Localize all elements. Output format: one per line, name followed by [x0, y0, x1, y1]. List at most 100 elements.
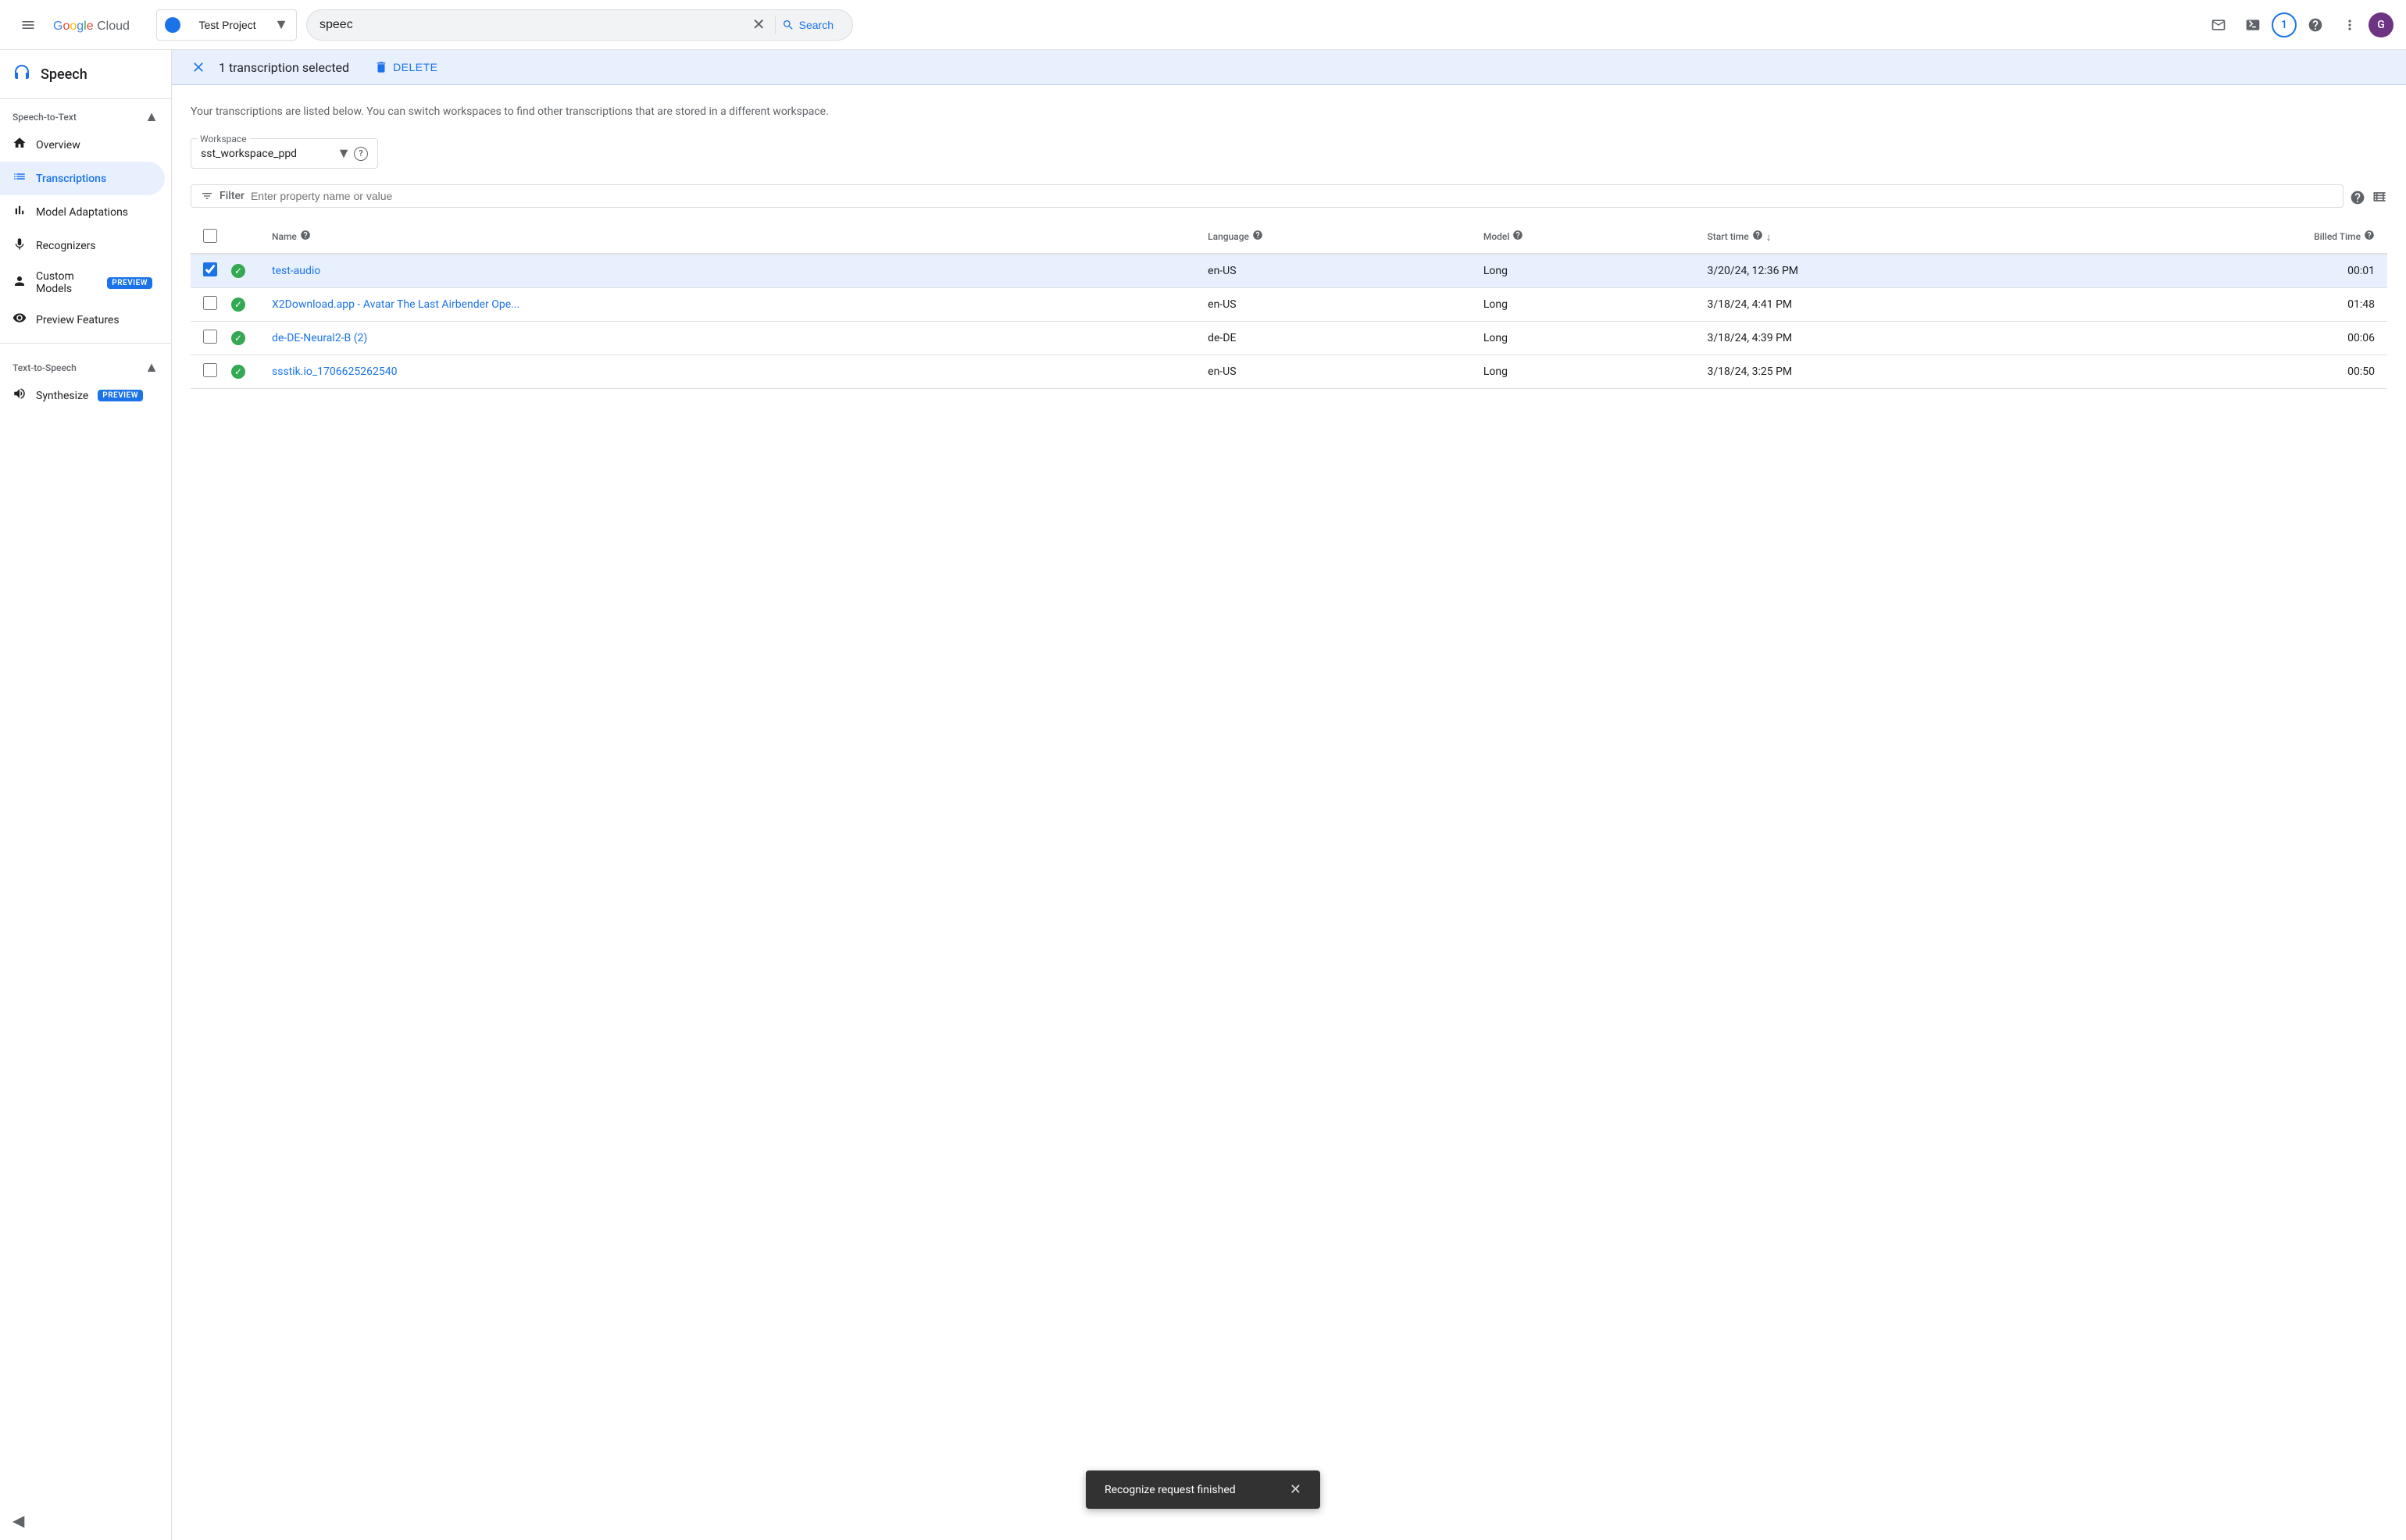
snackbar-close-button[interactable]: ✕ [1290, 1481, 1301, 1498]
row-billed-time-cell: 00:06 [2093, 322, 2387, 355]
selection-close-button[interactable] [191, 59, 206, 75]
tts-section-header[interactable]: Text-to-Speech ▲ [0, 350, 171, 379]
status-success-icon [231, 331, 245, 345]
select-all-checkbox[interactable] [203, 229, 217, 243]
row-status-cell [228, 322, 259, 355]
language-help-icon[interactable] [1252, 230, 1263, 244]
stt-chevron-icon: ▲ [145, 109, 159, 125]
search-clear-button[interactable]: ✕ [749, 15, 769, 34]
menu-button[interactable] [12, 9, 44, 41]
th-language: Language [1195, 220, 1471, 254]
row-language-cell: en-US [1195, 288, 1471, 322]
workspace-help-icon[interactable]: ? [354, 147, 368, 161]
top-header: Google Cloud Test Project ▼ ✕ Search 1 [0, 0, 2406, 50]
th-start-time: Start time ↓ [1694, 220, 2092, 254]
status-success-icon [231, 264, 245, 278]
project-selector[interactable]: Test Project ▼ [156, 9, 297, 41]
row-checkbox[interactable] [203, 296, 217, 310]
custom-models-icon [12, 274, 27, 292]
row-model-cell: Long [1471, 355, 1695, 389]
help-button[interactable] [2300, 9, 2331, 41]
sidebar-recognizers-label: Recognizers [36, 240, 96, 252]
row-language-cell: de-DE [1195, 322, 1471, 355]
th-billed-time: Billed Time [2093, 220, 2387, 254]
sidebar-footer: ◀ [0, 1502, 171, 1540]
row-checkbox-cell [191, 322, 228, 355]
workspace-dropdown-icon[interactable]: ▼ [337, 145, 351, 162]
th-name: Name [259, 220, 1195, 254]
sidebar-item-synthesize[interactable]: Synthesize PREVIEW [0, 379, 165, 412]
workspace-value: sst_workspace_ppd [201, 148, 337, 160]
model-adaptations-icon [12, 203, 27, 221]
name-help-icon[interactable] [300, 230, 311, 244]
collapse-sidebar-button[interactable]: ◀ [12, 1511, 24, 1531]
google-cloud-logo[interactable]: Google Cloud [53, 16, 147, 34]
table-row: test-audio en-US Long 3/20/24, 12:36 PM … [191, 254, 2387, 288]
row-name-link[interactable]: de-DE-Neural2-B (2) [272, 332, 367, 344]
row-model-cell: Long [1471, 254, 1695, 288]
avatar[interactable]: G [2369, 12, 2394, 37]
row-name-cell: ssstik.io_1706625262540 [259, 355, 1195, 389]
sidebar-overview-label: Overview [36, 139, 80, 152]
row-checkbox-cell [191, 355, 228, 389]
row-language-cell: en-US [1195, 254, 1471, 288]
filter-input[interactable] [251, 190, 2333, 202]
row-checkbox[interactable] [203, 330, 217, 344]
row-model-cell: Long [1471, 288, 1695, 322]
header-actions: 1 G [2203, 9, 2394, 41]
workspace-actions: ▼ ? [337, 145, 368, 162]
sidebar-item-transcriptions[interactable]: Transcriptions [0, 162, 165, 195]
sidebar-item-model-adaptations[interactable]: Model Adaptations [0, 195, 165, 229]
sidebar-model-adaptations-label: Model Adaptations [36, 206, 128, 219]
data-table: Name Language [191, 220, 2387, 389]
row-name-cell: X2Download.app - Avatar The Last Airbend… [259, 288, 1195, 322]
sidebar: Speech Speech-to-Text ▲ Overview Transcr… [0, 50, 172, 1540]
custom-models-preview-badge: PREVIEW [107, 277, 152, 289]
sidebar-app-title: Speech [41, 66, 87, 83]
cloud-shell-button[interactable] [2237, 9, 2269, 41]
search-input[interactable] [319, 18, 749, 32]
model-help-icon[interactable] [1512, 230, 1523, 244]
transcriptions-icon [12, 169, 27, 187]
row-checkbox[interactable] [203, 363, 217, 377]
status-success-icon [231, 298, 245, 312]
row-name-link[interactable]: X2Download.app - Avatar The Last Airbend… [272, 298, 519, 311]
filter-help-button[interactable] [2350, 190, 2365, 209]
notifications-help-button[interactable] [2203, 9, 2234, 41]
sidebar-item-preview-features[interactable]: Preview Features [0, 303, 165, 337]
search-bar: ✕ Search [306, 9, 853, 41]
selection-count: 1 transcription selected [219, 60, 349, 75]
sidebar-item-overview[interactable]: Overview [0, 128, 165, 162]
start-time-help-icon[interactable] [1752, 230, 1763, 244]
row-status-cell [228, 254, 259, 288]
row-billed-time-cell: 00:50 [2093, 355, 2387, 389]
th-status [228, 220, 259, 254]
sidebar-item-custom-models[interactable]: Custom Models PREVIEW [0, 262, 165, 303]
sidebar-divider [0, 343, 171, 344]
notification-badge[interactable]: 1 [2272, 12, 2297, 37]
row-checkbox[interactable] [203, 262, 217, 276]
start-time-sort-icon[interactable]: ↓ [1766, 230, 1772, 244]
recognizers-icon [12, 237, 27, 255]
row-checkbox-cell [191, 254, 228, 288]
row-checkbox-cell [191, 288, 228, 322]
sidebar-app-header: Speech [0, 50, 171, 99]
row-start-time-cell: 3/20/24, 12:36 PM [1694, 254, 2092, 288]
stt-section-header[interactable]: Speech-to-Text ▲ [0, 99, 171, 128]
row-name-link[interactable]: ssstik.io_1706625262540 [272, 365, 397, 378]
main-layout: Speech Speech-to-Text ▲ Overview Transcr… [0, 50, 2406, 1540]
row-model-cell: Long [1471, 322, 1695, 355]
more-options-button[interactable] [2334, 9, 2365, 41]
delete-button[interactable]: DELETE [374, 60, 437, 74]
sidebar-custom-models-label: Custom Models [36, 270, 98, 295]
row-name-cell: test-audio [259, 254, 1195, 288]
row-name-cell: de-DE-Neural2-B (2) [259, 322, 1195, 355]
billed-time-help-icon[interactable] [2364, 230, 2375, 244]
row-name-link[interactable]: test-audio [272, 265, 320, 277]
sidebar-item-recognizers[interactable]: Recognizers [0, 229, 165, 262]
sidebar-transcriptions-label: Transcriptions [36, 173, 106, 185]
filter-bar: Filter [191, 184, 2344, 208]
row-start-time-cell: 3/18/24, 4:41 PM [1694, 288, 2092, 322]
search-button[interactable]: Search [775, 16, 840, 34]
table-view-button[interactable] [2372, 189, 2387, 209]
